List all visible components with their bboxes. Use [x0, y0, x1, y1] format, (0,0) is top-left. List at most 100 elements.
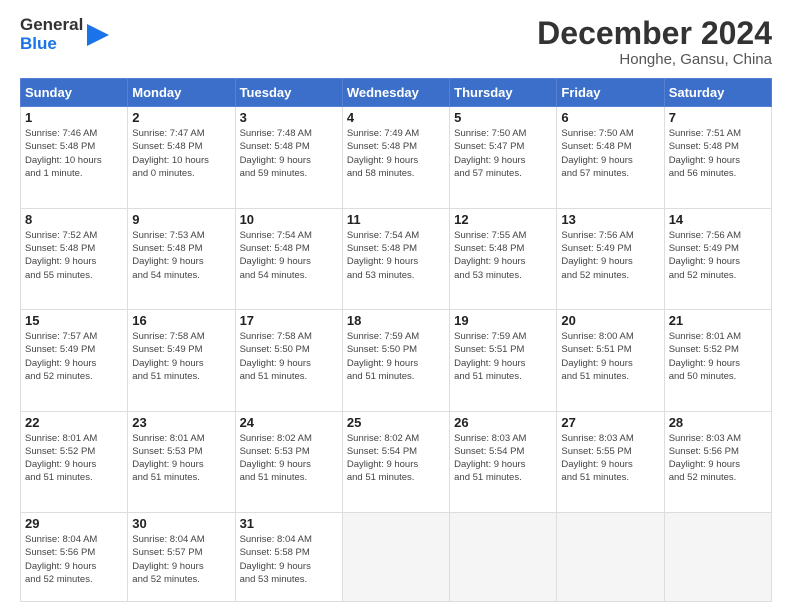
col-wednesday: Wednesday: [342, 79, 449, 107]
calendar-week-row: 29 Sunrise: 8:04 AMSunset: 5:56 PMDaylig…: [21, 513, 772, 602]
page: General Blue December 2024 Honghe, Gansu…: [0, 0, 792, 612]
day-info: Sunrise: 7:59 AMSunset: 5:51 PMDaylight:…: [454, 330, 552, 383]
table-row: [557, 513, 664, 602]
table-row: 12 Sunrise: 7:55 AMSunset: 5:48 PMDaylig…: [450, 208, 557, 309]
table-row: 26 Sunrise: 8:03 AMSunset: 5:54 PMDaylig…: [450, 411, 557, 512]
table-row: [450, 513, 557, 602]
day-number: 6: [561, 110, 659, 125]
day-info: Sunrise: 7:58 AMSunset: 5:49 PMDaylight:…: [132, 330, 230, 383]
day-info: Sunrise: 7:50 AMSunset: 5:48 PMDaylight:…: [561, 127, 659, 180]
month-title: December 2024: [537, 16, 772, 51]
day-number: 27: [561, 415, 659, 430]
day-info: Sunrise: 7:52 AMSunset: 5:48 PMDaylight:…: [25, 229, 123, 282]
table-row: 1 Sunrise: 7:46 AMSunset: 5:48 PMDayligh…: [21, 107, 128, 208]
table-row: 8 Sunrise: 7:52 AMSunset: 5:48 PMDayligh…: [21, 208, 128, 309]
day-info: Sunrise: 8:01 AMSunset: 5:52 PMDaylight:…: [25, 432, 123, 485]
table-row: 4 Sunrise: 7:49 AMSunset: 5:48 PMDayligh…: [342, 107, 449, 208]
day-number: 16: [132, 313, 230, 328]
table-row: 16 Sunrise: 7:58 AMSunset: 5:49 PMDaylig…: [128, 310, 235, 411]
table-row: 31 Sunrise: 8:04 AMSunset: 5:58 PMDaylig…: [235, 513, 342, 602]
day-number: 5: [454, 110, 552, 125]
day-number: 15: [25, 313, 123, 328]
table-row: 13 Sunrise: 7:56 AMSunset: 5:49 PMDaylig…: [557, 208, 664, 309]
logo-arrow-icon: [87, 24, 109, 46]
day-number: 18: [347, 313, 445, 328]
day-number: 7: [669, 110, 767, 125]
day-number: 14: [669, 212, 767, 227]
day-number: 2: [132, 110, 230, 125]
table-row: 3 Sunrise: 7:48 AMSunset: 5:48 PMDayligh…: [235, 107, 342, 208]
day-number: 29: [25, 516, 123, 531]
day-info: Sunrise: 8:02 AMSunset: 5:53 PMDaylight:…: [240, 432, 338, 485]
day-number: 22: [25, 415, 123, 430]
day-number: 8: [25, 212, 123, 227]
logo-blue: Blue: [20, 35, 83, 54]
day-number: 23: [132, 415, 230, 430]
day-info: Sunrise: 8:00 AMSunset: 5:51 PMDaylight:…: [561, 330, 659, 383]
day-info: Sunrise: 8:03 AMSunset: 5:54 PMDaylight:…: [454, 432, 552, 485]
day-number: 20: [561, 313, 659, 328]
table-row: 23 Sunrise: 8:01 AMSunset: 5:53 PMDaylig…: [128, 411, 235, 512]
calendar-week-row: 22 Sunrise: 8:01 AMSunset: 5:52 PMDaylig…: [21, 411, 772, 512]
table-row: 9 Sunrise: 7:53 AMSunset: 5:48 PMDayligh…: [128, 208, 235, 309]
day-number: 24: [240, 415, 338, 430]
day-info: Sunrise: 7:59 AMSunset: 5:50 PMDaylight:…: [347, 330, 445, 383]
day-number: 12: [454, 212, 552, 227]
day-number: 1: [25, 110, 123, 125]
day-number: 4: [347, 110, 445, 125]
day-info: Sunrise: 8:03 AMSunset: 5:55 PMDaylight:…: [561, 432, 659, 485]
table-row: 18 Sunrise: 7:59 AMSunset: 5:50 PMDaylig…: [342, 310, 449, 411]
day-number: 17: [240, 313, 338, 328]
table-row: 5 Sunrise: 7:50 AMSunset: 5:47 PMDayligh…: [450, 107, 557, 208]
table-row: 21 Sunrise: 8:01 AMSunset: 5:52 PMDaylig…: [664, 310, 771, 411]
day-info: Sunrise: 7:49 AMSunset: 5:48 PMDaylight:…: [347, 127, 445, 180]
table-row: 2 Sunrise: 7:47 AMSunset: 5:48 PMDayligh…: [128, 107, 235, 208]
day-number: 25: [347, 415, 445, 430]
logo-general: General: [20, 16, 83, 35]
day-info: Sunrise: 7:53 AMSunset: 5:48 PMDaylight:…: [132, 229, 230, 282]
day-info: Sunrise: 8:04 AMSunset: 5:56 PMDaylight:…: [25, 533, 123, 586]
calendar-week-row: 8 Sunrise: 7:52 AMSunset: 5:48 PMDayligh…: [21, 208, 772, 309]
calendar-week-row: 15 Sunrise: 7:57 AMSunset: 5:49 PMDaylig…: [21, 310, 772, 411]
table-row: 17 Sunrise: 7:58 AMSunset: 5:50 PMDaylig…: [235, 310, 342, 411]
col-tuesday: Tuesday: [235, 79, 342, 107]
col-monday: Monday: [128, 79, 235, 107]
table-row: 7 Sunrise: 7:51 AMSunset: 5:48 PMDayligh…: [664, 107, 771, 208]
day-info: Sunrise: 8:02 AMSunset: 5:54 PMDaylight:…: [347, 432, 445, 485]
day-number: 30: [132, 516, 230, 531]
table-row: 30 Sunrise: 8:04 AMSunset: 5:57 PMDaylig…: [128, 513, 235, 602]
location: Honghe, Gansu, China: [537, 51, 772, 68]
day-info: Sunrise: 8:04 AMSunset: 5:57 PMDaylight:…: [132, 533, 230, 586]
table-row: 25 Sunrise: 8:02 AMSunset: 5:54 PMDaylig…: [342, 411, 449, 512]
day-info: Sunrise: 8:03 AMSunset: 5:56 PMDaylight:…: [669, 432, 767, 485]
table-row: 28 Sunrise: 8:03 AMSunset: 5:56 PMDaylig…: [664, 411, 771, 512]
day-number: 13: [561, 212, 659, 227]
table-row: [664, 513, 771, 602]
table-row: 6 Sunrise: 7:50 AMSunset: 5:48 PMDayligh…: [557, 107, 664, 208]
day-info: Sunrise: 7:46 AMSunset: 5:48 PMDaylight:…: [25, 127, 123, 180]
day-number: 26: [454, 415, 552, 430]
day-number: 11: [347, 212, 445, 227]
calendar-week-row: 1 Sunrise: 7:46 AMSunset: 5:48 PMDayligh…: [21, 107, 772, 208]
day-info: Sunrise: 8:01 AMSunset: 5:52 PMDaylight:…: [669, 330, 767, 383]
day-info: Sunrise: 7:55 AMSunset: 5:48 PMDaylight:…: [454, 229, 552, 282]
logo: General Blue: [20, 16, 109, 53]
col-saturday: Saturday: [664, 79, 771, 107]
title-block: December 2024 Honghe, Gansu, China: [537, 16, 772, 68]
header: General Blue December 2024 Honghe, Gansu…: [20, 16, 772, 68]
table-row: 15 Sunrise: 7:57 AMSunset: 5:49 PMDaylig…: [21, 310, 128, 411]
day-number: 21: [669, 313, 767, 328]
day-info: Sunrise: 7:58 AMSunset: 5:50 PMDaylight:…: [240, 330, 338, 383]
day-info: Sunrise: 8:04 AMSunset: 5:58 PMDaylight:…: [240, 533, 338, 586]
day-number: 3: [240, 110, 338, 125]
col-sunday: Sunday: [21, 79, 128, 107]
day-info: Sunrise: 7:48 AMSunset: 5:48 PMDaylight:…: [240, 127, 338, 180]
table-row: 22 Sunrise: 8:01 AMSunset: 5:52 PMDaylig…: [21, 411, 128, 512]
day-number: 28: [669, 415, 767, 430]
calendar-header-row: Sunday Monday Tuesday Wednesday Thursday…: [21, 79, 772, 107]
table-row: 19 Sunrise: 7:59 AMSunset: 5:51 PMDaylig…: [450, 310, 557, 411]
col-friday: Friday: [557, 79, 664, 107]
col-thursday: Thursday: [450, 79, 557, 107]
table-row: 29 Sunrise: 8:04 AMSunset: 5:56 PMDaylig…: [21, 513, 128, 602]
day-info: Sunrise: 7:50 AMSunset: 5:47 PMDaylight:…: [454, 127, 552, 180]
